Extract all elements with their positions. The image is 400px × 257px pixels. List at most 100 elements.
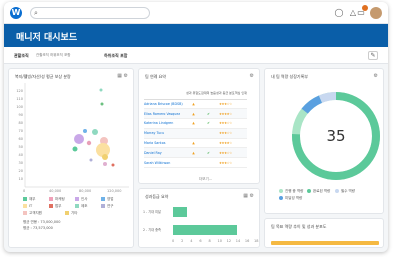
legend-item[interactable]: 미달성 역량 xyxy=(279,196,302,201)
bubble[interactable] xyxy=(99,88,103,92)
employee-name-link[interactable]: Katerina Lindgren xyxy=(144,118,186,129)
table-row[interactable]: Elias Romero Vasquez ▲ ✔ ★★★★☆ xyxy=(144,108,247,120)
subnav-item-org[interactable]: 관할조직 xyxy=(14,53,29,59)
employee-name-link[interactable]: Morray Tucu xyxy=(144,128,186,139)
gear-icon[interactable]: ⚙ xyxy=(250,73,254,79)
legend-item[interactable]: 제조 xyxy=(75,204,87,209)
x-tick: 6 xyxy=(199,239,202,243)
trend-card: 팀 목표 역량 추이 및 성과 분포도 xyxy=(264,218,384,248)
x-tick: 120,000 xyxy=(107,189,122,193)
title-bar: 매니저 대시보드 xyxy=(4,24,388,47)
bubble[interactable] xyxy=(83,129,87,133)
bar-label: 2 - 기대 충족 xyxy=(143,228,161,232)
legend-item[interactable]: 필수 역량 xyxy=(335,189,355,194)
y-tick: 90 xyxy=(18,113,23,117)
bubble[interactable] xyxy=(100,102,104,106)
check-icon: ✔ xyxy=(207,111,210,116)
subnav-item-sub[interactable]: 하위조직 포함 xyxy=(104,53,127,59)
legend-item[interactable]: 법무 xyxy=(49,204,61,209)
employee-name-link[interactable]: Daniel Ray xyxy=(144,147,186,159)
check-icon: ✔ xyxy=(207,150,210,155)
search-icon: ⌕ xyxy=(34,9,38,17)
bar[interactable] xyxy=(173,207,187,217)
legend-item[interactable]: 인사 xyxy=(75,197,87,202)
employee-name-link[interactable]: Sarah Wilkinson xyxy=(144,157,186,169)
risk-cell: ▲ xyxy=(186,118,201,129)
trend-bar[interactable] xyxy=(271,241,379,245)
donut-center-value: 35 xyxy=(326,127,346,145)
rating-stars: ★★★☆☆ xyxy=(216,147,235,159)
risk-cell: ▲ xyxy=(186,147,201,159)
table-row[interactable]: Katerina Lindgren ▲ ✔ ★★★☆☆ xyxy=(144,118,247,129)
chat-icon[interactable]: ◯ xyxy=(334,8,344,18)
search-input[interactable]: ⌕ xyxy=(30,7,150,19)
table-row[interactable]: Maria Santos ▲ ★★★★☆ xyxy=(144,138,247,149)
table-row[interactable]: Daniel Ray ▲ ✔ ★★★☆☆ xyxy=(144,147,247,159)
risk-cell xyxy=(186,157,201,169)
bubble[interactable] xyxy=(72,146,78,152)
card-title: 팀 목표 역량 추이 및 성과 분포도 xyxy=(271,224,327,229)
app-logo[interactable]: W xyxy=(10,7,22,19)
key-talent-cell xyxy=(234,147,247,159)
bubble[interactable] xyxy=(74,134,84,144)
bubble-chart-card: 복지/웰빙/자산/성 평균 보상 분량 ▦ ⚙ 120 110 100 90 8… xyxy=(8,68,134,248)
card-menu-icon[interactable]: ▦ ⚙ xyxy=(243,193,254,199)
legend-item[interactable]: 재무 xyxy=(23,197,35,202)
column-header[interactable]: 성과 위험도 xyxy=(186,87,201,100)
app-window: W ⌕ ◯ △ ▭ 매니저 대시보드 관할조직 관할조직 하위조직 포함 하위조… xyxy=(4,2,388,252)
inbox-icon[interactable]: ▭ xyxy=(356,8,366,18)
x-tick: 40,000 xyxy=(49,189,62,193)
key-talent-cell xyxy=(234,108,247,120)
x-tick: 18 xyxy=(254,239,259,243)
table-row[interactable]: Adriana Briscoe (BDSB) ▲ ★★★☆☆ xyxy=(144,99,247,110)
warning-icon: ▲ xyxy=(192,141,195,146)
legend-item[interactable]: 마케팅 xyxy=(49,197,65,202)
bar[interactable] xyxy=(173,225,237,235)
column-header[interactable]: 잠재력 높음 xyxy=(201,87,216,100)
table-row[interactable]: Sarah Wilkinson ★★★☆☆ xyxy=(144,157,247,169)
employee-name-link[interactable]: Adriana Briscoe (BDSB) xyxy=(144,99,186,110)
column-header[interactable] xyxy=(144,87,186,100)
legend-item[interactable]: 연구 xyxy=(101,204,113,209)
column-header[interactable]: 핵심 인재 xyxy=(234,87,247,100)
check-icon: ✔ xyxy=(207,121,210,126)
competency-donut-card: 내 팀 역량 성장기록부 ⚙ 35 진행 중 역량 완료된 역량 필수 역량 미… xyxy=(264,68,384,214)
bubble[interactable] xyxy=(111,163,115,167)
employee-name-link[interactable]: Maria Santos xyxy=(144,138,186,149)
bubble[interactable] xyxy=(86,140,92,146)
more-link[interactable]: 더보기... xyxy=(199,177,212,182)
potential-cell: ✔ xyxy=(201,108,216,120)
legend-item[interactable]: 영업 xyxy=(101,197,113,202)
column-header[interactable]: 성과 등급 분포 xyxy=(216,87,235,100)
top-bar: W ⌕ ◯ △ ▭ xyxy=(4,2,388,24)
potential-cell xyxy=(201,138,216,149)
table-row[interactable]: Morray Tucu ★★★☆☆ xyxy=(144,128,247,139)
legend-item[interactable]: 진행 중 역량 xyxy=(279,189,303,194)
rating-stars: ★★★★☆ xyxy=(216,138,235,149)
bubble[interactable] xyxy=(92,129,98,135)
potential-cell: ✔ xyxy=(201,147,216,159)
legend-item[interactable]: 고객지원 xyxy=(23,211,42,216)
x-tick: 4 xyxy=(190,239,193,243)
potential-cell: ✔ xyxy=(201,118,216,129)
bubble[interactable] xyxy=(103,162,107,166)
legend-item[interactable]: 기타 xyxy=(65,211,77,216)
x-tick: 16 xyxy=(244,239,250,243)
card-title: 성과등급 요약 xyxy=(145,194,169,199)
sub-nav: 관할조직 관할조직 하위조직 포함 하위조직 포함 ✎ xyxy=(4,47,388,64)
chart-footer-line: 평균 : 73,573,000 xyxy=(23,226,53,230)
legend-item[interactable]: IT xyxy=(23,204,32,208)
chart-footer-line: 평균 연봉 : 73,000,000 xyxy=(23,220,61,224)
warning-icon: ▲ xyxy=(192,121,195,126)
subnav-item-org-sub[interactable]: 관할조직 하위조직 포함 xyxy=(36,53,70,58)
bubble[interactable] xyxy=(89,158,93,162)
potential-cell xyxy=(201,157,216,169)
x-tick: 14 xyxy=(235,239,241,243)
edit-button[interactable]: ✎ xyxy=(368,51,378,60)
bubble[interactable] xyxy=(102,154,108,160)
x-tick: 12 xyxy=(226,239,232,243)
key-talent-cell xyxy=(234,138,247,149)
avatar[interactable] xyxy=(370,7,382,19)
employee-name-link[interactable]: Elias Romero Vasquez xyxy=(144,108,186,120)
legend-item[interactable]: 완료된 역량 xyxy=(307,189,330,194)
